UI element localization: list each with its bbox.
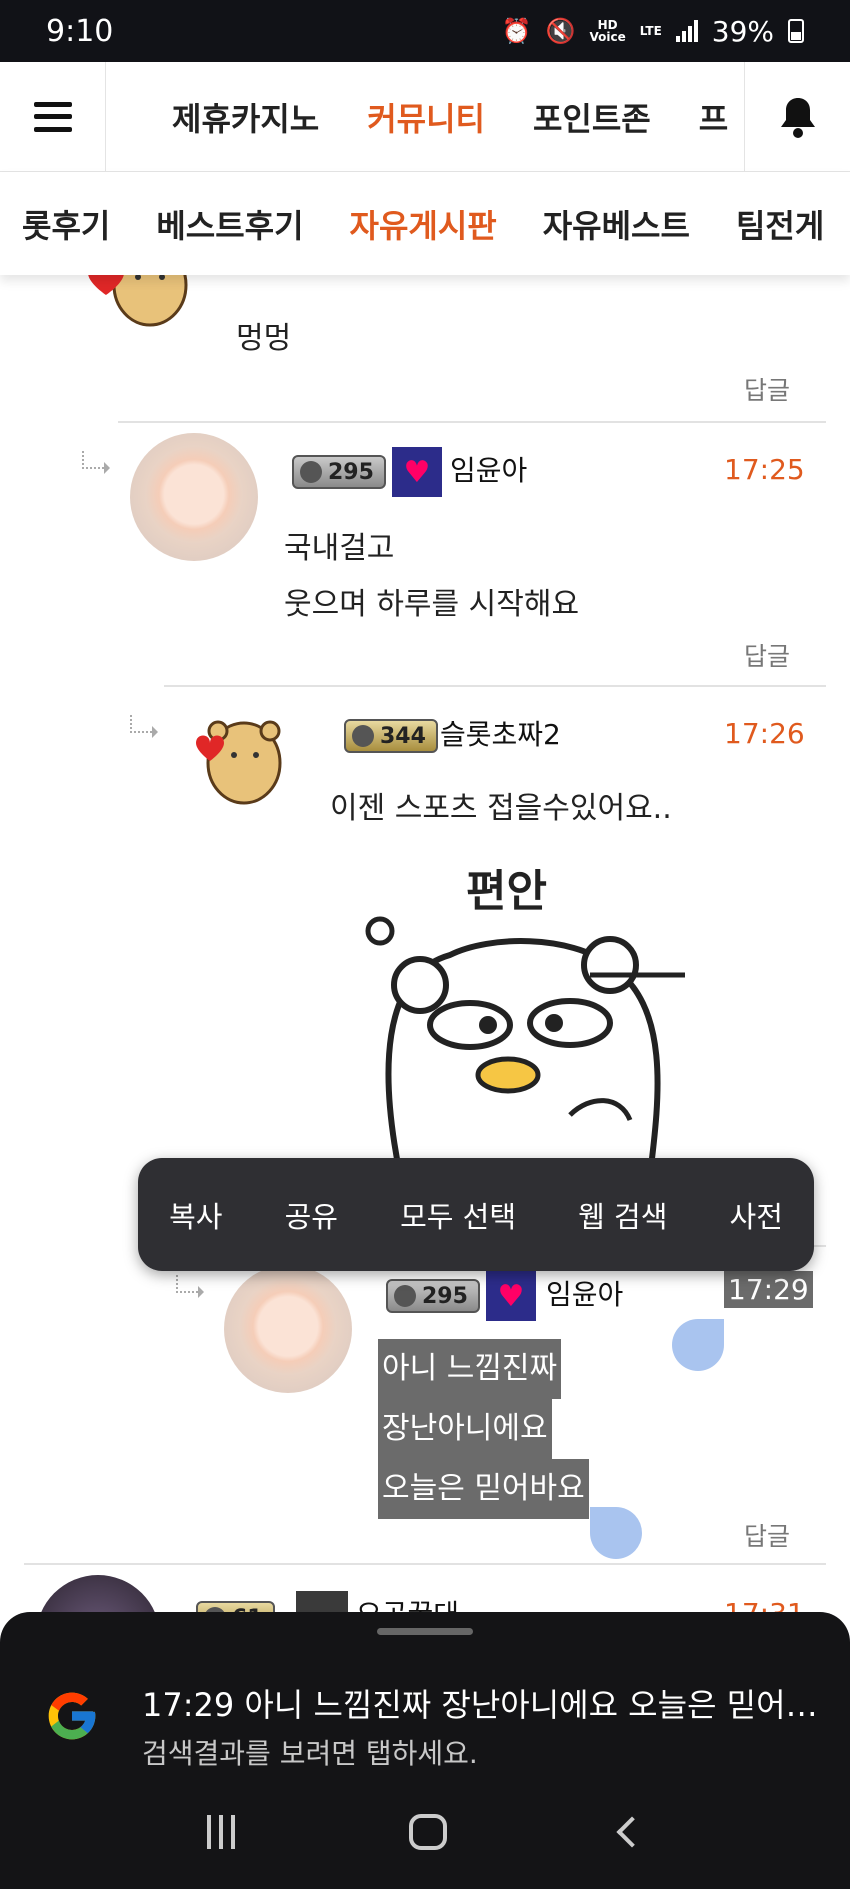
comment-time: 17:29 [724, 1271, 813, 1308]
sheet-drag-handle[interactable] [377, 1628, 473, 1635]
google-search-sheet[interactable]: 17:29 아니 느낌진짜 장난아니에요 오늘은 믿어바요 검색결과를 보려면 … [0, 1612, 850, 1889]
search-query-text[interactable]: 17:29 아니 느낌진짜 장난아니에요 오늘은 믿어바요 [142, 1680, 832, 1726]
reply-arrow-icon [130, 715, 158, 738]
selection-end-handle[interactable] [590, 1507, 642, 1559]
subtab-free-board[interactable]: 자유게시판 [350, 201, 497, 247]
tab-point-zone[interactable]: 포인트존 [533, 94, 651, 140]
top-nav-tabs: 제휴카지노 커뮤니티 포인트존 프 [106, 94, 744, 140]
bear-sticker-avatar [196, 720, 282, 805]
duck-sticker-image [365, 916, 685, 1175]
comment-username[interactable]: 슬롯초짜2 [440, 713, 561, 753]
share-button[interactable]: 공유 [285, 1194, 338, 1236]
text-selection-menu: 복사 공유 모두 선택 웹 검색 사전 [138, 1158, 814, 1271]
divider [24, 1563, 826, 1565]
hamburger-icon [33, 101, 72, 132]
subtab-best-review[interactable]: 베스트후기 [156, 201, 303, 247]
selection-start-handle[interactable] [672, 1319, 724, 1371]
select-all-button[interactable]: 모두 선택 [400, 1194, 516, 1236]
battery-percent: 39% [711, 14, 774, 48]
level-badge: 344 [344, 719, 438, 753]
status-time: 9:10 [46, 13, 114, 49]
comment-message[interactable]: 아니 느낌진짜 장난아니에요 오늘은 믿어바요 [378, 1339, 589, 1519]
subtab-free-best[interactable]: 자유베스트 [543, 201, 690, 247]
comment-time: 17:26 [724, 717, 805, 750]
mute-icon: 🔇 [545, 17, 576, 45]
bell-icon [780, 97, 815, 138]
system-nav-bar [0, 1774, 850, 1889]
dictionary-button[interactable]: 사전 [730, 1194, 783, 1236]
comment-message: 국내걸고 웃으며 하루를 시작해요 [284, 531, 580, 622]
search-hint-text: 검색결과를 보려면 탭하세요. [142, 1737, 478, 1770]
lte-icon: LTE [639, 24, 662, 38]
reply-link[interactable]: 답글 [744, 1517, 790, 1553]
tab-more[interactable]: 프 [699, 94, 728, 140]
level-badge: 295 [386, 1279, 480, 1313]
status-bar: 9:10 ⏰ 🔇 HD Voice LTE 39% [0, 0, 850, 62]
hd-voice-icon: HD Voice [589, 18, 626, 44]
heart-badge-icon: ♥ [392, 447, 442, 497]
google-logo-icon [48, 1692, 96, 1740]
home-icon[interactable] [409, 1813, 447, 1850]
avatar[interactable] [130, 433, 258, 561]
divider [164, 685, 826, 687]
signal-icon [675, 20, 698, 42]
comment-time: 17:25 [724, 453, 805, 486]
reply-link[interactable]: 답글 [744, 371, 790, 407]
menu-button[interactable] [0, 61, 106, 172]
tab-casino[interactable]: 제휴카지노 [172, 94, 319, 140]
reply-arrow-icon [176, 1275, 204, 1298]
top-nav: 제휴카지노 커뮤니티 포인트존 프 [0, 61, 850, 172]
battery-icon [788, 19, 804, 43]
sub-nav: 롯후기 베스트후기 자유게시판 자유베스트 팀전게 [0, 172, 850, 275]
bear-sticker-avatar [88, 275, 188, 327]
level-badge: 295 [292, 455, 386, 489]
comment-item: 멍멍 답글 [0, 275, 850, 425]
avatar[interactable] [224, 1265, 352, 1393]
reply-arrow-icon [82, 451, 110, 474]
recent-apps-icon[interactable] [207, 1814, 235, 1849]
avatar[interactable] [36, 1575, 160, 1615]
comment-message: 멍멍 [236, 321, 292, 356]
comment-message: 이젠 스포츠 접을수있어요.. [330, 791, 672, 826]
back-icon[interactable] [616, 1815, 648, 1848]
divider [118, 421, 826, 423]
reply-link[interactable]: 답글 [744, 637, 790, 673]
heart-badge-icon: ♥ [486, 1271, 536, 1321]
subtab-slot-review[interactable]: 롯후기 [22, 201, 110, 247]
notification-button[interactable] [744, 61, 850, 172]
copy-button[interactable]: 복사 [169, 1194, 222, 1236]
subtab-team-board[interactable]: 팀전게 [736, 201, 824, 247]
comment-username[interactable]: 임윤아 [546, 1273, 623, 1313]
tab-community[interactable]: 커뮤니티 [367, 94, 485, 140]
comment-list[interactable]: 멍멍 답글 295 ♥ 임윤아 17:25 국내걸고 웃으며 하루를 시작해요 … [0, 275, 850, 1615]
comment-username[interactable]: 임윤아 [450, 449, 527, 489]
alarm-icon: ⏰ [501, 17, 532, 45]
web-search-button[interactable]: 웹 검색 [578, 1194, 667, 1236]
